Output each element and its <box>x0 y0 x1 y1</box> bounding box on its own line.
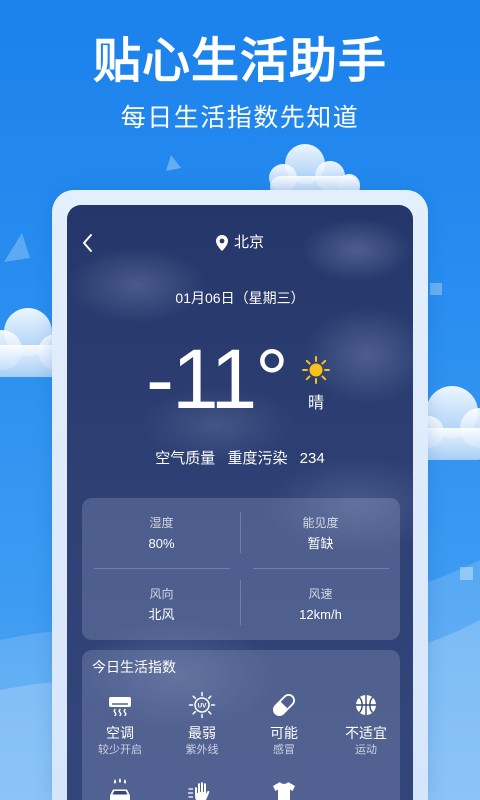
life-index-category: 紫外线 <box>185 744 219 756</box>
promo-subtitle: 每日生活指数先知道 <box>120 104 360 132</box>
life-index-cold[interactable]: 可能 感冒 <box>243 686 325 757</box>
detail-wind-speed: 风速 12km/h <box>241 569 400 640</box>
detail-value: 80% <box>148 535 175 551</box>
air-quality-level: 重度污染 <box>227 450 288 467</box>
triangle-decoration <box>166 155 181 171</box>
tshirt-icon <box>273 782 295 800</box>
square-decoration <box>460 567 473 580</box>
life-index-value: 空调 <box>106 725 134 741</box>
air-quality-value: 234 <box>299 450 325 467</box>
detail-label: 湿度 <box>149 515 174 530</box>
life-index-uv[interactable]: UV 最弱 紫外线 <box>161 686 243 757</box>
air-quality-label: 空气质量 <box>155 450 216 467</box>
air-conditioner-icon <box>109 697 131 717</box>
air-quality: 空气质量 重度污染 234 <box>67 449 413 469</box>
uv-icon: UV <box>188 691 216 719</box>
life-index-value: 不适宜 <box>345 725 387 741</box>
temperature: -11° <box>146 332 289 426</box>
life-index-value: 最弱 <box>188 725 216 741</box>
city-name: 北京 <box>233 234 264 251</box>
detail-visibility: 能见度 暂缺 <box>241 498 400 569</box>
life-index-air-conditioner[interactable]: 空调 较少开启 <box>82 686 161 757</box>
detail-label: 风速 <box>308 586 333 601</box>
detail-value: 暂缺 <box>307 535 334 551</box>
pill-icon <box>273 694 295 716</box>
promo-title: 贴心生活助手 <box>92 35 387 88</box>
detail-value: 12km/h <box>299 606 342 622</box>
sun-icon <box>302 356 330 384</box>
uv-icon-text: UV <box>197 702 207 709</box>
detail-humidity: 湿度 80% <box>82 498 241 569</box>
weather-condition: 晴 <box>307 395 324 412</box>
detail-wind-direction: 风向 北风 <box>82 569 241 640</box>
life-index-grid: 空调 较少开启 UV 最弱 紫外线 可能 感冒 不适宜 运动 <box>82 686 400 800</box>
weather-detail-card: 湿度 80% 能见度 暂缺 风向 北风 风速 12km/h <box>82 498 400 640</box>
life-index-value: 可能 <box>270 725 298 741</box>
detail-value: 北风 <box>148 606 175 622</box>
life-index-clothing[interactable] <box>243 773 325 800</box>
life-index-title: 今日生活指数 <box>92 659 176 675</box>
basketball-icon <box>356 695 376 715</box>
detail-label: 风向 <box>149 586 174 601</box>
life-index-category: 较少开启 <box>98 744 142 756</box>
life-index-category: 运动 <box>355 744 377 756</box>
life-index-car-wash[interactable] <box>82 773 161 800</box>
location-selector[interactable]: 北京 <box>67 233 413 253</box>
car-wash-icon <box>110 778 130 800</box>
phone-frame: 北京 01月06日（星期三） -11° 晴 空气质量 重度污染 234 湿度 8… <box>52 190 428 800</box>
date: 01月06日（星期三） <box>175 290 305 306</box>
life-index-category: 感冒 <box>273 744 295 756</box>
weather-screen: 北京 01月06日（星期三） -11° 晴 空气质量 重度污染 234 湿度 8… <box>67 205 413 800</box>
life-index-hand[interactable] <box>161 773 243 800</box>
hand-icon <box>187 782 210 800</box>
square-decoration <box>430 283 442 295</box>
life-index-sport[interactable]: 不适宜 运动 <box>325 686 400 757</box>
map-pin-icon <box>215 235 228 251</box>
detail-label: 能见度 <box>302 515 339 530</box>
life-index-card: 今日生活指数 空调 较少开启 UV 最弱 紫外线 可能 感冒 不适宜 运动 <box>82 650 400 800</box>
triangle-decoration <box>4 233 30 262</box>
